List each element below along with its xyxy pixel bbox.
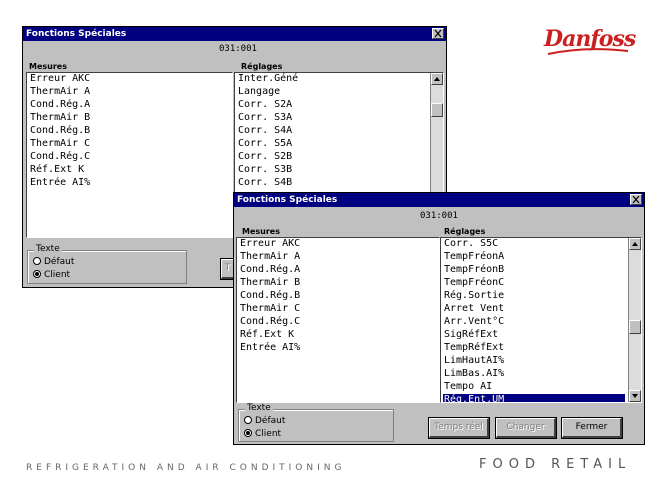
list-item[interactable]: Arret Vent	[443, 303, 625, 316]
dialog-back-close-button[interactable]	[432, 28, 444, 39]
list-item[interactable]: Cond.Rég.B	[29, 125, 216, 138]
list-item[interactable]: ThermAir C	[29, 138, 216, 151]
list-item[interactable]: TempRéfExt	[443, 342, 625, 355]
list-item[interactable]: Inter.Géné	[237, 73, 427, 86]
radio-defaut-label: Défaut	[44, 257, 75, 267]
close-icon	[632, 195, 640, 204]
radio-defaut-circle	[33, 257, 41, 265]
scroll-thumb[interactable]	[629, 320, 641, 334]
list-item[interactable]: Arr.Vent°C	[443, 316, 625, 329]
mesures-list[interactable]: Erreur AKC ThermAir A Cond.Rég.A ThermAir B…	[26, 72, 233, 238]
list-item[interactable]: ThermAir C	[239, 303, 423, 316]
list-item[interactable]: TempFréonB	[443, 264, 625, 277]
list-item[interactable]: Rég.Ent.UM	[443, 394, 625, 402]
close-icon	[434, 29, 442, 38]
arrow-up-icon	[632, 242, 638, 246]
list-item[interactable]: Langage	[237, 86, 427, 99]
reglages-scrollbar[interactable]	[628, 238, 641, 402]
radio-defaut-label: Défaut	[255, 416, 286, 426]
list-item[interactable]: Entrée AI%	[239, 342, 423, 355]
arrow-up-icon	[434, 77, 440, 81]
dialog-front: Fonctions Spéciales 031:001 Mesures Régl…	[233, 192, 645, 445]
list-item[interactable]: SigRéfExt	[443, 329, 625, 342]
radio-defaut[interactable]: Défaut	[33, 256, 74, 268]
list-item[interactable]: Corr. S2B	[237, 151, 427, 164]
mesures-items: Erreur AKC ThermAir A Cond.Rég.A ThermAir B…	[239, 238, 423, 355]
list-item[interactable]: Tempo AI	[443, 381, 625, 394]
dialog-back-titlebar[interactable]: Fonctions Spéciales	[23, 27, 446, 41]
mesures-header: Mesures	[29, 62, 67, 71]
list-item[interactable]: Corr. S3A	[237, 112, 427, 125]
radio-defaut-circle	[244, 416, 252, 424]
list-item[interactable]: ThermAir B	[29, 112, 216, 125]
texte-groupbox-label: Texte	[245, 403, 273, 413]
list-item[interactable]: LimBas.AI%	[443, 368, 625, 381]
scroll-thumb[interactable]	[431, 103, 443, 117]
radio-defaut[interactable]: Défaut	[244, 415, 285, 427]
list-item[interactable]: Cond.Rég.C	[29, 151, 216, 164]
list-item[interactable]: TempFréonA	[443, 251, 625, 264]
radio-client-circle	[244, 429, 252, 437]
dialog-front-code: 031:001	[420, 211, 458, 221]
scroll-down-button[interactable]	[629, 390, 641, 402]
list-item[interactable]: Cond.Rég.A	[239, 264, 423, 277]
list-item[interactable]: Corr. S5A	[237, 138, 427, 151]
radio-client-label: Client	[44, 270, 71, 280]
texte-groupbox: Texte Défaut Client	[27, 244, 187, 284]
radio-client-label: Client	[255, 429, 282, 439]
radio-client[interactable]: Client	[244, 428, 281, 440]
reglages-list[interactable]: Corr. S5C TempFréonA TempFréonB TempFréonC R…	[440, 237, 642, 403]
radio-client-circle	[33, 270, 41, 278]
list-item[interactable]: Rég.Sortie	[443, 290, 625, 303]
list-item[interactable]: Erreur AKC	[239, 238, 423, 251]
list-item[interactable]: Réf.Ext K	[239, 329, 423, 342]
dialog-back-title: Fonctions Spéciales	[26, 29, 127, 39]
temps-reel-button[interactable]: Temps réel	[428, 417, 490, 439]
reglages-items: Corr. S5C TempFréonA TempFréonB TempFréonC R…	[443, 238, 625, 402]
list-item[interactable]: Corr. S5C	[443, 238, 625, 251]
footer-segment: FOOD RETAIL	[479, 457, 632, 472]
list-item[interactable]: ThermAir A	[239, 251, 423, 264]
list-item[interactable]: Cond.Rég.C	[239, 316, 423, 329]
arrow-down-icon	[632, 394, 638, 398]
reglages-header: Réglages	[241, 62, 283, 71]
list-item[interactable]: Entrée AI%	[29, 177, 216, 190]
list-item[interactable]: LimHautAI%	[443, 355, 625, 368]
mesures-items: Erreur AKC ThermAir A Cond.Rég.A ThermAir B…	[29, 73, 216, 190]
fermer-button[interactable]: Fermer	[561, 417, 623, 439]
dialog-back-code: 031:001	[219, 44, 257, 54]
list-item[interactable]: ThermAir A	[29, 86, 216, 99]
radio-client[interactable]: Client	[33, 269, 70, 281]
list-item[interactable]: Cond.Rég.B	[239, 290, 423, 303]
texte-groupbox-label: Texte	[34, 244, 62, 254]
list-item[interactable]: Cond.Rég.A	[29, 99, 216, 112]
mesures-list[interactable]: Erreur AKC ThermAir A Cond.Rég.A ThermAir B…	[236, 237, 440, 403]
mesures-header: Mesures	[242, 227, 280, 236]
reglages-items: Inter.Géné Langage Corr. S2A Corr. S3A Corr.…	[237, 73, 427, 190]
list-item[interactable]: Erreur AKC	[29, 73, 216, 86]
list-item[interactable]: Corr. S3B	[237, 164, 427, 177]
dialog-front-titlebar[interactable]: Fonctions Spéciales	[234, 193, 644, 207]
list-item[interactable]: Corr. S2A	[237, 99, 427, 112]
changer-button[interactable]: Changer	[495, 417, 557, 439]
list-item[interactable]: ThermAir B	[239, 277, 423, 290]
list-item[interactable]: Réf.Ext K	[29, 164, 216, 177]
list-item[interactable]: TempFréonC	[443, 277, 625, 290]
list-item[interactable]: Corr. S4B	[237, 177, 427, 190]
scroll-up-button[interactable]	[629, 238, 641, 250]
texte-groupbox: Texte Défaut Client	[238, 403, 394, 442]
dialog-front-title: Fonctions Spéciales	[237, 195, 338, 205]
dialog-front-close-button[interactable]	[630, 194, 642, 205]
logo-swoosh-icon	[547, 48, 629, 55]
footer-tagline: REFRIGERATION AND AIR CONDITIONING	[26, 463, 346, 473]
scroll-up-button[interactable]	[431, 73, 443, 85]
list-item[interactable]: Corr. S4A	[237, 125, 427, 138]
reglages-header: Réglages	[444, 227, 486, 236]
